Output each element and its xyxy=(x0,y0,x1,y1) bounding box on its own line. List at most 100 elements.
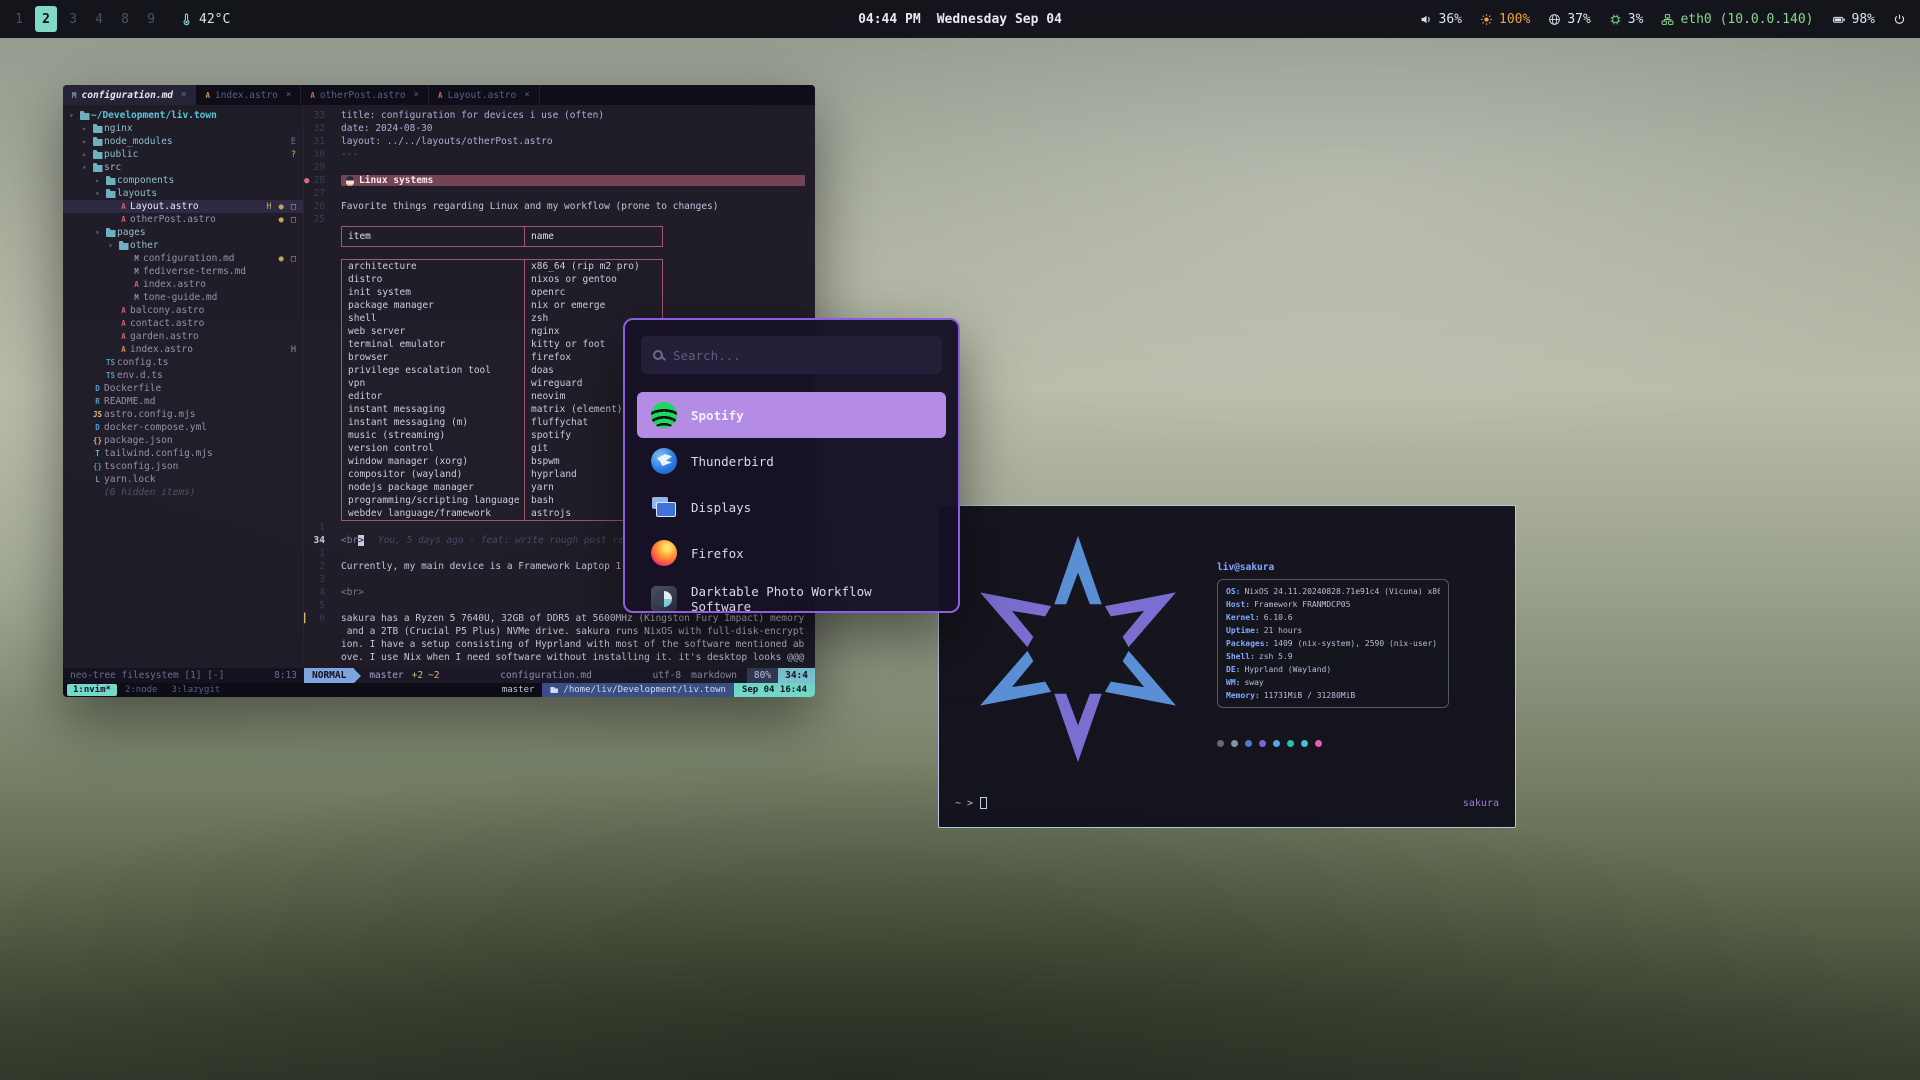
tree-item[interactable]: M tone-guide.md xyxy=(63,291,303,304)
workspace-button[interactable]: 9 xyxy=(138,0,164,38)
network-value: eth0 (10.0.0.140) xyxy=(1680,12,1813,27)
disk-module[interactable]: 37% xyxy=(1548,12,1590,27)
editor-line: ● 28 Linux systems xyxy=(304,174,815,187)
tree-item[interactable]: ▾ src xyxy=(63,161,303,174)
info-value: NixOS 24.11.20240828.71e91c4 (Vicuna) x8… xyxy=(1244,587,1440,596)
expander-arrow-icon[interactable]: ▸ xyxy=(82,124,91,133)
expander-arrow-icon[interactable]: ▸ xyxy=(95,176,104,185)
launcher-item[interactable]: Darktable Photo Workflow Software xyxy=(637,576,946,613)
line-number: 2 xyxy=(309,561,331,572)
tree-item[interactable]: A contact.astro xyxy=(63,317,303,330)
tree-item[interactable]: ▸ nginx xyxy=(63,122,303,135)
tree-item[interactable]: ▸ node_modules E xyxy=(63,135,303,148)
network-module[interactable]: eth0 (10.0.0.140) xyxy=(1661,12,1813,27)
workspace-button[interactable]: 4 xyxy=(86,0,112,38)
launcher-item[interactable]: Spotify xyxy=(637,392,946,438)
tree-item-label: fediverse-terms.md xyxy=(143,266,246,277)
tree-item[interactable]: T tailwind.config.mjs xyxy=(63,447,303,460)
tab-close-icon[interactable]: × xyxy=(181,90,186,100)
tree-item[interactable]: D docker-compose.yml xyxy=(63,421,303,434)
buffer-tab-label: Layout.astro xyxy=(448,90,517,101)
line-number: 6 xyxy=(309,613,331,624)
buffer-tab[interactable]: A Layout.astro × xyxy=(429,85,540,105)
shell-prompt-line[interactable]: ~ > sakura xyxy=(955,797,1499,809)
tab-close-icon[interactable]: × xyxy=(286,90,291,100)
workspace-button[interactable]: 8 xyxy=(112,0,138,38)
tmux-window-tab[interactable]: 3:lazygit xyxy=(165,684,226,696)
tree-item-label: package.json xyxy=(104,435,173,446)
tree-item[interactable]: ▸ components xyxy=(63,174,303,187)
launcher-item[interactable]: Firefox xyxy=(637,530,946,576)
tree-item[interactable]: JS astro.config.mjs xyxy=(63,408,303,421)
tree-item[interactable]: ▾ layouts xyxy=(63,187,303,200)
tab-close-icon[interactable]: × xyxy=(524,90,529,100)
tree-item-label: public xyxy=(104,149,138,160)
tree-item[interactable]: TS env.d.ts xyxy=(63,369,303,382)
tree-item[interactable]: {} package.json xyxy=(63,434,303,447)
tree-item[interactable]: M fediverse-terms.md xyxy=(63,265,303,278)
tree-item[interactable]: A garden.astro xyxy=(63,330,303,343)
tree-item[interactable]: ▸ public ? xyxy=(63,148,303,161)
tree-item[interactable]: (6 hidden items) xyxy=(63,486,303,499)
table-row: nodejs package manager yarn xyxy=(342,481,662,494)
clock: 04:44 PM Wednesday Sep 04 xyxy=(858,12,1062,27)
tree-item[interactable]: {} tsconfig.json xyxy=(63,460,303,473)
tree-item[interactable]: A Layout.astro H ● □ xyxy=(63,200,303,213)
tmux-window-tab[interactable]: 1:nvim* xyxy=(67,684,117,696)
tree-item[interactable]: A otherPost.astro ● □ xyxy=(63,213,303,226)
tree-item[interactable]: L yarn.lock xyxy=(63,473,303,486)
tree-item[interactable]: D Dockerfile xyxy=(63,382,303,395)
launcher-item[interactable]: Displays xyxy=(637,484,946,530)
tree-item[interactable]: ▾ pages xyxy=(63,226,303,239)
tree-item[interactable]: A index.astro H xyxy=(63,343,303,356)
temperature-value: 42°C xyxy=(199,12,230,27)
expander-arrow-icon[interactable]: ▾ xyxy=(95,228,104,237)
battery-module[interactable]: 98% xyxy=(1832,12,1875,27)
cpu-module[interactable]: 3% xyxy=(1609,12,1644,27)
tab-close-icon[interactable]: × xyxy=(414,90,419,100)
battery-icon xyxy=(1832,13,1846,26)
system-info-line: Memory: 11731MiB / 31280MiB xyxy=(1226,689,1440,702)
line-number: 34 xyxy=(309,535,331,546)
launcher-item-label: Darktable Photo Workflow Software xyxy=(691,584,932,613)
expander-arrow-icon[interactable]: ▾ xyxy=(95,189,104,198)
tree-item[interactable]: ▾ other xyxy=(63,239,303,252)
expander-arrow-icon[interactable]: ▾ xyxy=(82,163,91,172)
tree-item[interactable]: TS config.ts xyxy=(63,356,303,369)
buffer-tab[interactable]: M configuration.md × xyxy=(63,85,196,105)
expander-arrow-icon[interactable]: ▸ xyxy=(82,150,91,159)
buffer-tab[interactable]: A index.astro × xyxy=(196,85,301,105)
tmux-window-tab[interactable]: 2:node xyxy=(119,684,164,696)
tree-item-label: otherPost.astro xyxy=(130,214,216,225)
expander-arrow-icon[interactable]: ▸ xyxy=(82,137,91,146)
table-row: compositor (wayland) hyprland xyxy=(342,468,662,481)
buffer-tab[interactable]: A otherPost.astro × xyxy=(301,85,429,105)
palette-swatch xyxy=(1217,740,1224,747)
line-number: 1 xyxy=(309,522,331,533)
search-input[interactable] xyxy=(673,348,913,363)
terminal-window[interactable]: liv@sakura OS: NixOS 24.11.20240828.71e9… xyxy=(938,505,1516,828)
tree-item[interactable]: A balcony.astro xyxy=(63,304,303,317)
tree-item[interactable]: ▾ ~/Development/liv.town xyxy=(63,109,303,122)
git-status-badge: ? xyxy=(291,150,303,160)
statusline-separator xyxy=(354,669,361,683)
expander-arrow-icon[interactable]: ▾ xyxy=(108,241,117,250)
power-button[interactable] xyxy=(1893,13,1906,26)
power-icon xyxy=(1893,13,1906,26)
scroll-percent: 80% xyxy=(747,668,778,683)
cursor-position: 34:4 xyxy=(778,668,815,683)
tree-item[interactable]: A index.astro xyxy=(63,278,303,291)
info-label: Host: xyxy=(1226,600,1250,609)
workspace-button[interactable]: 1 xyxy=(6,0,32,38)
tree-item[interactable]: M configuration.md ● □ xyxy=(63,252,303,265)
workspace-button[interactable]: 3 xyxy=(60,0,86,38)
launcher-item[interactable]: Thunderbird xyxy=(637,438,946,484)
workspace-button[interactable]: 2 xyxy=(35,6,57,32)
table-header-cell: name xyxy=(525,231,662,242)
expander-arrow-icon[interactable]: ▾ xyxy=(69,111,78,120)
system-info-line: Kernel: 6.10.6 xyxy=(1226,611,1440,624)
brightness-module[interactable]: 100% xyxy=(1480,12,1530,27)
launcher-search[interactable] xyxy=(641,336,942,374)
tree-item[interactable]: R README.md xyxy=(63,395,303,408)
volume-module[interactable]: 36% xyxy=(1420,12,1462,27)
